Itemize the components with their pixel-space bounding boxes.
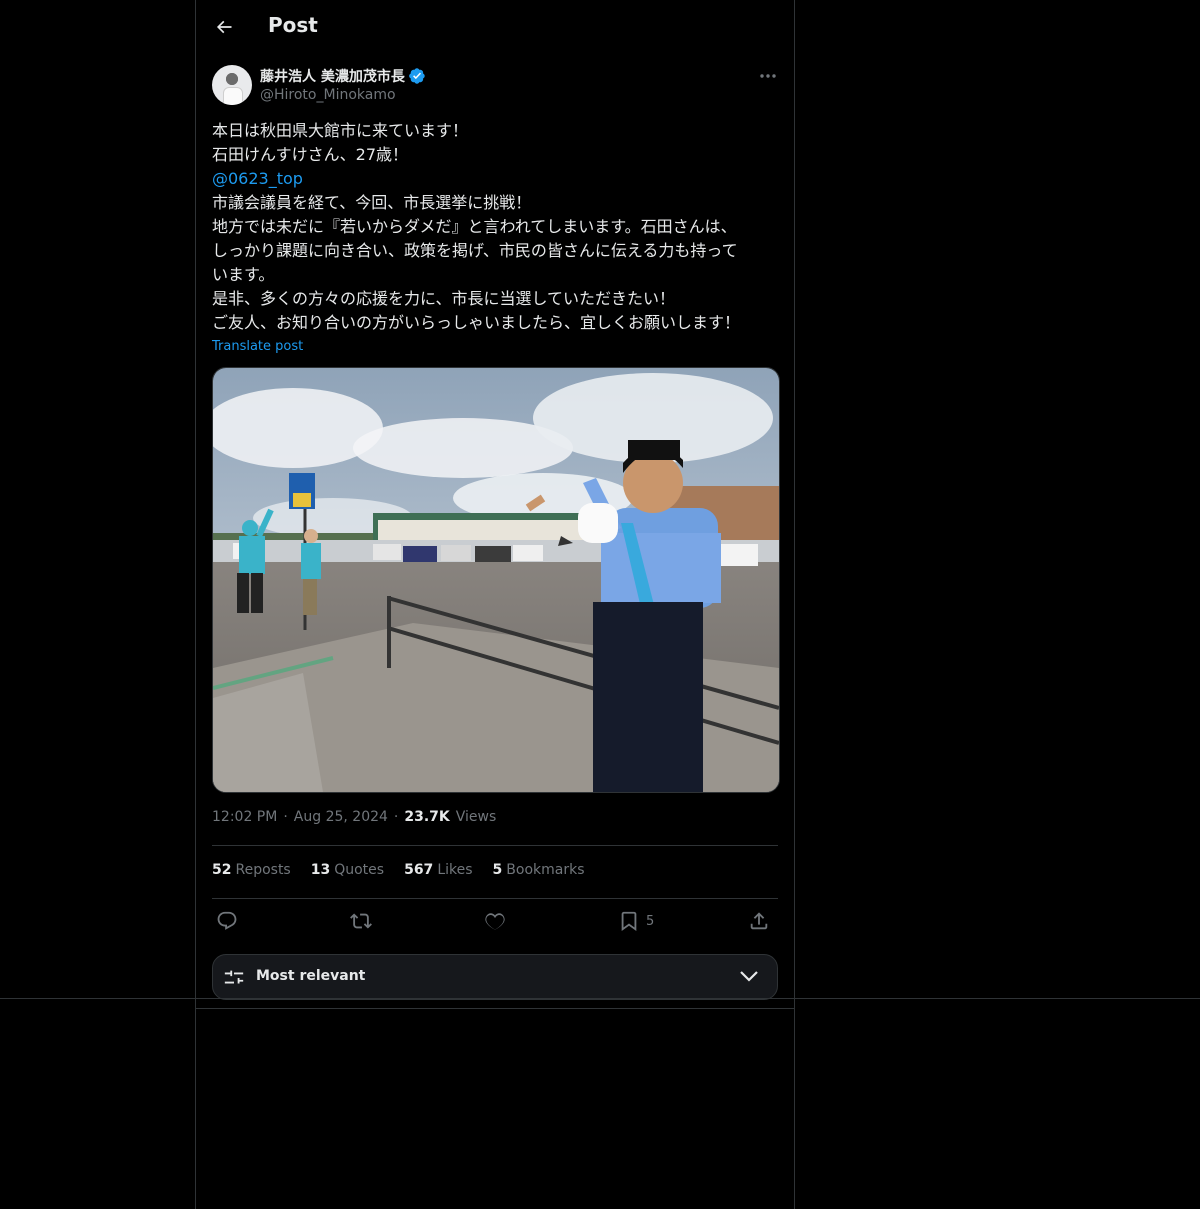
post-time[interactable]: 12:02 PM <box>212 809 277 825</box>
more-horizontal-icon <box>760 74 776 78</box>
mention-link[interactable]: @0623_top <box>212 167 780 191</box>
divider <box>212 898 778 899</box>
post-line: います。 <box>212 265 275 284</box>
reply-icon <box>217 911 237 930</box>
meta-dot: · <box>283 809 288 825</box>
action-bar: 5 <box>212 906 778 938</box>
verified-badge-icon <box>409 68 425 84</box>
sort-label: Most relevant <box>256 968 366 984</box>
post-line: 本日は秋田県大館市に来ています！ <box>212 121 469 140</box>
post-line: しっかり課題に向き合い、政策を掲げ、市民の皆さんに伝える力も持って <box>212 241 738 260</box>
share-icon <box>750 912 768 930</box>
post-line: 地方では未だに『若いからダメだ』と言われてしまいます。石田さんは、 <box>212 217 737 236</box>
author-name-row[interactable]: 藤井浩人 美濃加茂市長 <box>260 66 426 86</box>
views-label: Views <box>455 809 497 825</box>
back-button[interactable] <box>207 10 241 44</box>
meta-dot: · <box>393 809 399 825</box>
sliders-icon <box>224 970 244 984</box>
post-line: ご友人、お知り合いの方がいらっしゃいましたら、宜しくお願いします！ <box>212 313 741 332</box>
arrow-left-icon <box>216 20 232 34</box>
views-count[interactable]: 23.7K <box>404 809 449 825</box>
post-line: 石田けんすけさん、27歳！ <box>212 145 409 164</box>
more-options-button[interactable] <box>756 66 780 86</box>
reposts-stat[interactable]: 52 Reposts <box>212 862 291 878</box>
column-divider <box>195 1008 795 1009</box>
avatar[interactable] <box>212 65 252 105</box>
bookmark-button[interactable]: 5 <box>618 910 654 932</box>
bookmark-icon <box>621 911 637 932</box>
post-header: Post <box>196 0 794 53</box>
heart-icon <box>485 913 505 930</box>
campaign-photo <box>213 368 779 792</box>
page-divider <box>0 998 1200 999</box>
divider <box>212 845 778 846</box>
like-button[interactable] <box>484 910 506 932</box>
repost-button[interactable] <box>350 910 372 932</box>
post-date[interactable]: Aug 25, 2024 <box>294 809 388 825</box>
reply-button[interactable] <box>216 910 238 932</box>
page-title: Post <box>268 13 318 37</box>
bookmark-count: 5 <box>646 913 655 929</box>
author-handle[interactable]: @Hiroto_Minokamo <box>260 87 396 103</box>
bookmarks-stat[interactable]: 5 Bookmarks <box>493 862 585 878</box>
translate-post-link[interactable]: Translate post <box>212 339 303 354</box>
post-line: 市議会議員を経て、今回、市長選挙に挑戦！ <box>212 193 532 212</box>
repost-icon <box>350 913 372 929</box>
share-button[interactable] <box>748 910 770 932</box>
post-text: 本日は秋田県大館市に来ています！ 石田けんすけさん、27歳！ @0623_top… <box>212 119 780 335</box>
post-meta: 12:02 PM · Aug 25, 2024 · 23.7K Views <box>212 809 496 825</box>
post-line: 是非、多くの方々の応援を力に、市長に当選していただきたい！ <box>212 289 676 308</box>
engagement-stats: 52 Reposts 13 Quotes 567 Likes 5 Bookmarks <box>212 862 585 878</box>
quotes-stat[interactable]: 13 Quotes <box>311 862 384 878</box>
post-photo[interactable] <box>212 367 780 793</box>
chevron-down-icon <box>740 971 758 982</box>
main-column: Post 藤井浩人 美濃加茂市長 @Hiroto_Minokamo 本日は秋田県… <box>195 0 795 1209</box>
likes-stat[interactable]: 567 Likes <box>404 862 472 878</box>
author-name[interactable]: 藤井浩人 美濃加茂市長 <box>260 66 405 86</box>
sort-replies-dropdown[interactable]: Most relevant <box>212 954 778 1000</box>
